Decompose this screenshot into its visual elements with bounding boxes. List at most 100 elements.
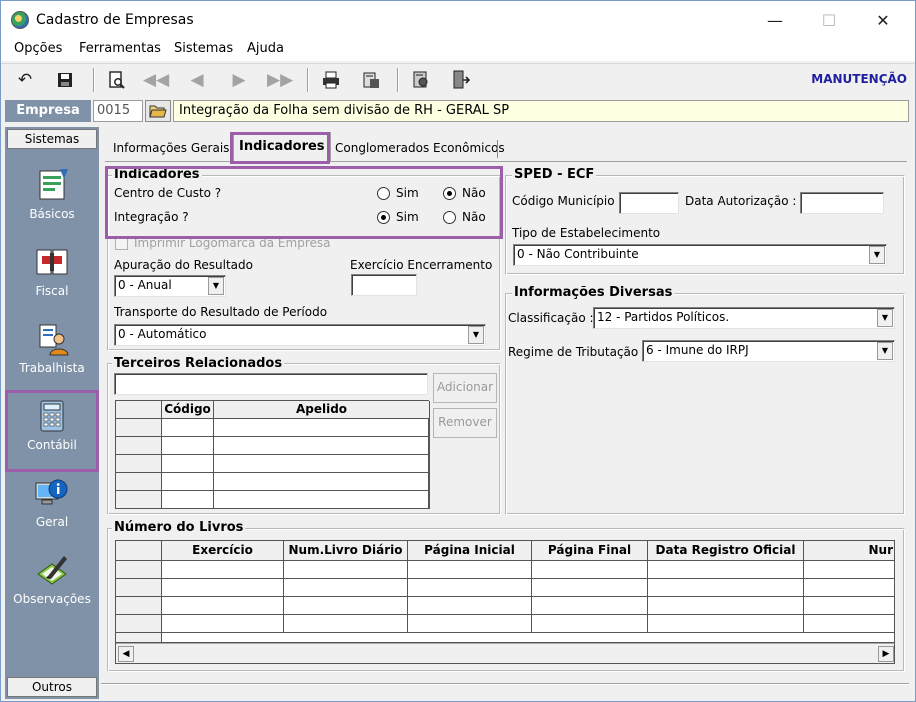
sidebar-item-geral[interactable]: Geral [7,469,97,543]
undo-icon[interactable]: ↶ [13,68,37,92]
terceiros-grid[interactable]: Código Apelido [115,400,430,509]
data-registro-oficial-column-header[interactable]: Data Registro Oficial [648,541,804,561]
remover-button[interactable]: Remover [433,408,497,438]
exercicio-column-header[interactable]: Exercício [162,541,284,561]
num-livro-diario-column-header[interactable]: Num.Livro Diário [284,541,408,561]
row-header[interactable] [116,437,162,455]
grid-cell[interactable] [162,437,214,455]
row-header[interactable] [116,597,162,615]
apuracao-select[interactable]: 0 - Anual ▼ [114,275,226,297]
grid-cell[interactable] [408,615,532,633]
row-header[interactable] [116,561,162,579]
menu-opcoes[interactable]: Opções [14,41,62,56]
codigo-municipio-input[interactable] [619,192,679,214]
sidebar-item-observacoes[interactable]: Observações [7,546,97,620]
grid-cell[interactable] [648,561,804,579]
grid-cell[interactable] [532,615,648,633]
report-icon[interactable] [359,68,383,92]
grid-cell[interactable] [214,455,430,473]
grid-cell[interactable] [804,597,894,615]
grid-cell[interactable] [284,597,408,615]
sidebar-outros-header[interactable]: Outros [7,677,97,697]
grid-cell[interactable] [162,473,214,491]
sidebar-item-trabalhista[interactable]: Trabalhista [7,315,97,389]
grid-cell[interactable] [284,561,408,579]
livros-grid[interactable]: Exercício Num.Livro Diário Página Inicia… [115,540,895,664]
grid-cell[interactable] [162,419,214,437]
grid-cell[interactable] [284,579,408,597]
grid-cell[interactable] [648,597,804,615]
row-header[interactable] [116,473,162,491]
menu-ajuda[interactable]: Ajuda [247,41,284,56]
scroll-right-icon[interactable]: ▶ [878,646,894,662]
grid-cell[interactable] [408,561,532,579]
row-header[interactable] [116,491,162,509]
grid-cell[interactable] [162,455,214,473]
tipo-estabelecimento-select[interactable]: 0 - Não Contribuinte ▼ [513,244,887,266]
grid-cell[interactable] [648,615,804,633]
empresa-name-field[interactable]: Integração da Folha sem divisão de RH - … [173,100,909,122]
grid-cell[interactable] [162,615,284,633]
codigo-column-header[interactable]: Código [162,401,214,419]
config-icon[interactable] [409,68,433,92]
chevron-down-icon[interactable]: ▼ [869,246,885,264]
regime-tributacao-select[interactable]: 6 - Imune do IRPJ ▼ [642,340,895,362]
maximize-button[interactable]: ☐ [807,7,851,35]
numero-column-header[interactable]: Nur [804,541,894,561]
row-header[interactable] [116,633,162,643]
pagina-inicial-column-header[interactable]: Página Inicial [408,541,532,561]
pagina-final-column-header[interactable]: Página Final [532,541,648,561]
row-header[interactable] [116,455,162,473]
minimize-button[interactable]: — [753,7,797,35]
grid-cell[interactable] [162,597,284,615]
row-header[interactable] [116,419,162,437]
last-record-icon[interactable]: ▶▶ [267,68,293,92]
tab-informacoes-gerais[interactable]: Informações Gerais [109,138,233,160]
scroll-left-icon[interactable]: ◀ [118,646,134,662]
menu-sistemas[interactable]: Sistemas [174,41,233,56]
menu-ferramentas[interactable]: Ferramentas [79,41,161,56]
grid-cell[interactable] [214,419,430,437]
printer-icon[interactable] [319,68,343,92]
grid-cell[interactable] [162,561,284,579]
grid-cell[interactable] [214,437,430,455]
exercicio-encerramento-input[interactable] [351,274,417,296]
grid-cell[interactable] [408,597,532,615]
terceiros-input[interactable] [114,373,428,395]
grid-cell[interactable] [162,579,284,597]
previous-record-icon[interactable]: ◀ [185,68,209,92]
sidebar-item-basicos[interactable]: Básicos [7,161,97,235]
classificacao-select[interactable]: 12 - Partidos Políticos. ▼ [593,307,895,329]
open-folder-icon[interactable] [145,100,171,122]
grid-cell[interactable] [648,579,804,597]
grid-cell[interactable] [532,579,648,597]
close-button[interactable]: ✕ [861,7,905,35]
grid-cell[interactable] [162,491,214,509]
chevron-down-icon[interactable]: ▼ [877,342,893,360]
grid-cell[interactable] [162,633,894,643]
chevron-down-icon[interactable]: ▼ [468,326,484,344]
chevron-down-icon[interactable]: ▼ [208,277,224,295]
sidebar-item-fiscal[interactable]: Fiscal [7,238,97,312]
row-header[interactable] [116,615,162,633]
sidebar-sistemas-header[interactable]: Sistemas [7,129,97,149]
print-preview-icon[interactable] [105,68,129,92]
next-record-icon[interactable]: ▶ [227,68,251,92]
grid-cell[interactable] [532,561,648,579]
grid-cell[interactable] [408,579,532,597]
data-autorizacao-input[interactable] [800,192,884,214]
exit-icon[interactable] [449,68,473,92]
chevron-down-icon[interactable]: ▼ [877,309,893,327]
grid-cell[interactable] [532,597,648,615]
save-icon[interactable] [53,68,77,92]
grid-cell[interactable] [214,473,430,491]
first-record-icon[interactable]: ◀◀ [143,68,169,92]
transporte-select[interactable]: 0 - Automático ▼ [114,324,486,346]
apelido-column-header[interactable]: Apelido [214,401,430,419]
grid-cell[interactable] [284,615,408,633]
row-header[interactable] [116,579,162,597]
grid-cell[interactable] [804,561,894,579]
adicionar-button[interactable]: Adicionar [433,373,497,403]
grid-cell[interactable] [214,491,430,509]
horizontal-scrollbar[interactable]: ◀ ▶ [116,643,894,663]
